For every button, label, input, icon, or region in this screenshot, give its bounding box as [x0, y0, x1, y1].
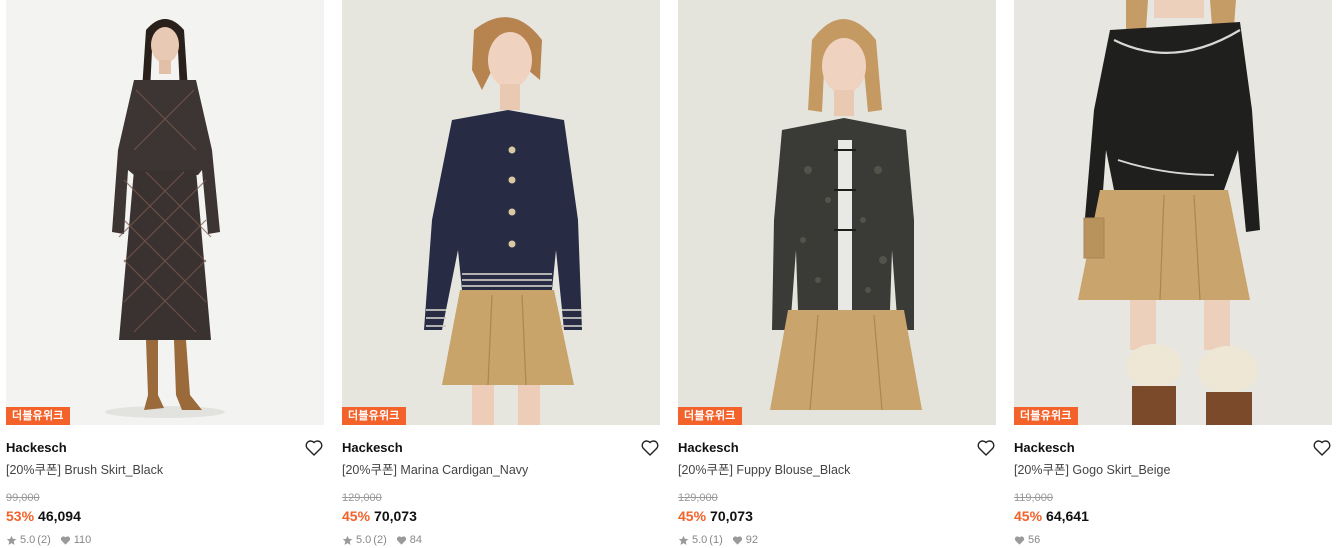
star-icon: [678, 535, 689, 545]
promo-badge: 더블유위크: [1014, 407, 1078, 425]
heart-outline-icon[interactable]: [304, 438, 324, 458]
likes: 56: [1014, 533, 1040, 547]
product-photo-marina-cardigan: [342, 0, 660, 425]
rating: 5.0 (2): [342, 533, 387, 547]
product-card[interactable]: 더블유위크 Hackesch [20%쿠폰] Brush Skirt_Black…: [6, 0, 324, 548]
discount-rate: 53%: [6, 508, 35, 524]
product-meta: 5.0 (2) 84: [342, 533, 660, 547]
product-photo-brush-skirt: [6, 0, 324, 425]
product-name[interactable]: [20%쿠폰] Fuppy Blouse_Black: [678, 461, 996, 479]
promo-badge: 더블유위크: [6, 407, 70, 425]
brand-name[interactable]: Hackesch: [342, 437, 660, 459]
promo-badge: 더블유위크: [342, 407, 406, 425]
brand-name[interactable]: Hackesch: [6, 437, 324, 459]
product-card[interactable]: 더블유위크 Hackesch [20%쿠폰] Marina Cardigan_N…: [342, 0, 660, 548]
discount-rate: 45%: [1014, 508, 1043, 524]
like-count: 84: [409, 534, 422, 546]
product-name[interactable]: [20%쿠폰] Brush Skirt_Black: [6, 461, 324, 479]
product-meta: 5.0 (1) 92: [678, 533, 996, 547]
discount-rate: 45%: [678, 508, 707, 524]
rating-value: 5.0: [692, 534, 708, 546]
likes: 92: [732, 533, 758, 547]
like-count: 92: [745, 534, 758, 546]
product-name[interactable]: [20%쿠폰] Marina Cardigan_Navy: [342, 461, 660, 479]
product-meta: 56: [1014, 533, 1332, 547]
review-count: (2): [37, 534, 51, 546]
promo-badge: 더블유위크: [678, 407, 742, 425]
rating: 5.0 (2): [6, 533, 51, 547]
original-price: 129,000: [342, 492, 382, 504]
product-photo-fuppy-blouse: [678, 0, 996, 425]
likes: 110: [60, 533, 92, 547]
discount-rate: 45%: [342, 508, 371, 524]
product-card[interactable]: 더블유위크 Hackesch [20%쿠폰] Fuppy Blouse_Blac…: [678, 0, 996, 548]
likes: 84: [396, 533, 422, 547]
original-price: 99,000: [6, 492, 40, 504]
heart-filled-icon: [1014, 535, 1025, 545]
original-price: 129,000: [678, 492, 718, 504]
heart-outline-icon[interactable]: [976, 438, 996, 458]
product-image[interactable]: 더블유위크: [6, 0, 324, 425]
original-price: 119,000: [1014, 492, 1053, 504]
product-image[interactable]: 더블유위크: [678, 0, 996, 425]
star-icon: [342, 535, 353, 545]
product-name[interactable]: [20%쿠폰] Gogo Skirt_Beige: [1014, 461, 1332, 479]
sale-price: 46,094: [38, 508, 81, 524]
sale-price: 64,641: [1046, 508, 1089, 524]
brand-name[interactable]: Hackesch: [678, 437, 996, 459]
like-count: 56: [1028, 534, 1041, 546]
product-grid: 더블유위크 Hackesch [20%쿠폰] Brush Skirt_Black…: [0, 0, 1338, 548]
star-icon: [6, 535, 17, 545]
sale-price: 70,073: [374, 508, 417, 524]
review-count: (2): [373, 534, 387, 546]
product-meta: 5.0 (2) 110: [6, 533, 324, 547]
price-row: 45% 70,073: [678, 507, 996, 525]
price-row: 53% 46,094: [6, 507, 324, 525]
like-count: 110: [73, 534, 92, 546]
sale-price: 70,073: [710, 508, 753, 524]
heart-outline-icon[interactable]: [1312, 438, 1332, 458]
heart-filled-icon: [396, 535, 406, 545]
heart-outline-icon[interactable]: [640, 438, 660, 458]
product-photo-gogo-skirt: [1014, 0, 1332, 425]
product-image[interactable]: 더블유위크: [342, 0, 660, 425]
product-image[interactable]: 더블유위크: [1014, 0, 1332, 425]
price-row: 45% 64,641: [1014, 507, 1332, 525]
price-row: 45% 70,073: [342, 507, 660, 525]
product-card[interactable]: 더블유위크 Hackesch [20%쿠폰] Gogo Skirt_Beige …: [1014, 0, 1332, 548]
heart-filled-icon: [732, 535, 742, 545]
brand-name[interactable]: Hackesch: [1014, 437, 1332, 459]
heart-filled-icon: [60, 535, 70, 545]
rating-value: 5.0: [356, 534, 372, 546]
review-count: (1): [709, 534, 723, 546]
rating-value: 5.0: [20, 534, 36, 546]
rating: 5.0 (1): [678, 533, 723, 547]
